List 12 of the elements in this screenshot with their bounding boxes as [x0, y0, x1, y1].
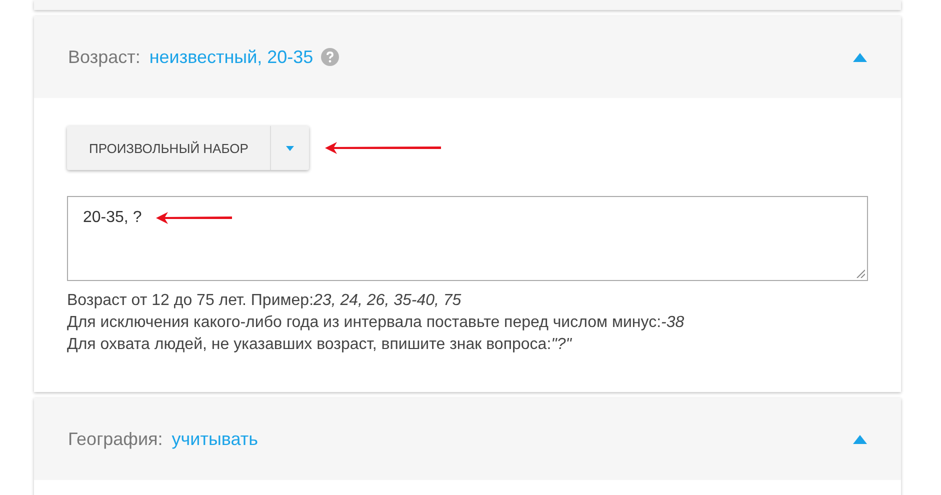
age-input-field[interactable]: 20-35, ? — [67, 196, 868, 281]
caret-icon — [286, 146, 294, 150]
section-label: Возраст: — [68, 46, 140, 68]
hint-text: Для охвата людей, не указавших возраст, впишите знак вопроса:"?" — [67, 335, 573, 355]
hint-text: Для исключения какого-либо года из интервала поставьте перед числом минус:-38 — [67, 313, 686, 333]
preset-dropdown[interactable]: ПРОИЗВОЛЬНЫЙ НАБОР — [67, 126, 310, 170]
collapse-icon[interactable] — [853, 434, 867, 444]
help-icon[interactable] — [321, 48, 340, 66]
section-label: География: — [68, 428, 163, 450]
resize-grip-icon[interactable] — [856, 269, 865, 278]
collapse-icon[interactable] — [853, 52, 867, 62]
hint-text: Возраст от 12 до 75 лет. Пример:23, 24, 26, 35-40, 75 — [67, 291, 462, 311]
